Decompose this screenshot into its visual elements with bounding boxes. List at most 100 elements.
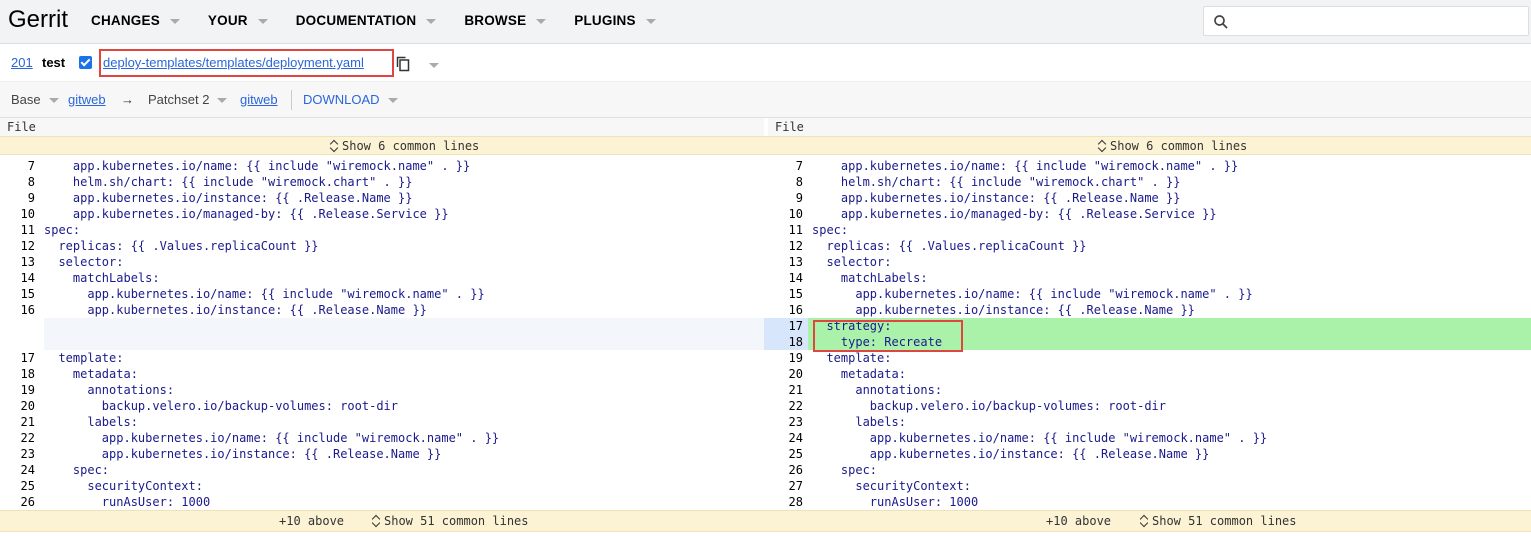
line-number[interactable]: 17 — [768, 318, 803, 334]
line-number[interactable]: 20 — [768, 366, 803, 382]
nav-plugins-label: PLUGINS — [574, 13, 636, 28]
line-number[interactable]: 14 — [768, 270, 803, 286]
line-number[interactable]: 17 — [0, 350, 35, 366]
line-number[interactable]: 12 — [768, 238, 803, 254]
line-number[interactable]: 9 — [768, 190, 803, 206]
show-common-lines-button[interactable]: Show 51 common lines — [1140, 514, 1297, 528]
line-number[interactable]: 19 — [0, 382, 35, 398]
show-common-lines-button[interactable]: Show 6 common lines — [330, 139, 479, 153]
line-number[interactable]: 16 — [0, 302, 35, 318]
nav-plugins[interactable]: PLUGINS — [574, 13, 656, 28]
code-text: app.kubernetes.io/instance: {{ .Release.… — [44, 303, 427, 317]
show-common-lines-label: Show 51 common lines — [1152, 514, 1297, 528]
line-number[interactable]: 11 — [0, 222, 35, 238]
show-above-button[interactable]: +10 above — [1046, 514, 1111, 528]
code-text: runAsUser: 1000 — [44, 495, 211, 509]
base-select[interactable]: Base — [11, 92, 59, 107]
code-text: spec: — [44, 223, 81, 237]
code-text: runAsUser: 1000 — [812, 495, 979, 509]
line-number[interactable]: 18 — [0, 366, 35, 382]
nav-your-label: YOUR — [207, 13, 248, 28]
chevron-down-icon — [387, 98, 398, 103]
chevron-down-icon — [645, 19, 656, 24]
search-icon — [1214, 15, 1228, 29]
base-gitweb-link[interactable]: gitweb — [68, 92, 106, 107]
line-number[interactable]: 20 — [0, 398, 35, 414]
code-text: app.kubernetes.io/name: {{ include "wire… — [812, 287, 1253, 301]
line-number[interactable]: 8 — [768, 174, 803, 190]
nav-documentation[interactable]: DOCUMENTATION — [296, 13, 437, 28]
line-number[interactable]: 13 — [0, 254, 35, 270]
download-button[interactable]: DOWNLOAD — [303, 92, 398, 107]
line-number[interactable]: 26 — [0, 494, 35, 510]
nav-browse-label: BROWSE — [464, 13, 527, 28]
line-number[interactable]: 24 — [768, 430, 803, 446]
expand-icon — [1140, 515, 1148, 527]
line-number[interactable]: 21 — [768, 382, 803, 398]
nav-documentation-label: DOCUMENTATION — [295, 13, 417, 28]
chevron-down-icon — [48, 98, 59, 103]
show-common-lines-button[interactable]: Show 51 common lines — [372, 514, 529, 528]
line-number[interactable]: 9 — [0, 190, 35, 206]
gerrit-logo[interactable]: Gerrit — [8, 6, 68, 34]
file-dropdown-icon[interactable] — [429, 63, 439, 68]
line-number[interactable]: 11 — [768, 222, 803, 238]
code-text: spec: — [44, 463, 110, 477]
line-number[interactable]: 14 — [0, 270, 35, 286]
line-number[interactable]: 7 — [768, 158, 803, 174]
code-text: metadata: — [812, 367, 906, 381]
code-text: app.kubernetes.io/name: {{ include "wire… — [812, 431, 1268, 445]
line-number[interactable]: 10 — [0, 206, 35, 222]
line-number[interactable]: 8 — [0, 174, 35, 190]
divider — [291, 90, 292, 110]
nav-changes[interactable]: CHANGES — [91, 13, 180, 28]
show-common-lines-label: Show 6 common lines — [342, 139, 480, 153]
line-number[interactable]: 21 — [0, 414, 35, 430]
code-text: labels: — [44, 415, 138, 429]
left-context-bar-top: Show 6 common lines — [0, 136, 764, 155]
line-number[interactable]: 23 — [0, 446, 35, 462]
line-number[interactable]: 19 — [768, 350, 803, 366]
line-number[interactable]: 15 — [768, 286, 803, 302]
patchset-gitweb-link[interactable]: gitweb — [240, 92, 278, 107]
show-common-lines-button[interactable]: Show 6 common lines — [1098, 139, 1247, 153]
patch-range-bar: Base gitweb → Patchset 2 gitweb DOWNLOAD — [0, 82, 1531, 118]
right-file-header: File — [768, 118, 1531, 136]
line-number[interactable]: 26 — [768, 462, 803, 478]
patchset-select[interactable]: Patchset 2 — [148, 92, 228, 107]
line-number[interactable]: 16 — [768, 302, 803, 318]
line-number[interactable]: 25 — [0, 478, 35, 494]
base-label: Base — [11, 92, 41, 107]
expand-icon — [1098, 140, 1106, 152]
nav-changes-label: CHANGES — [91, 13, 160, 28]
line-number[interactable]: 22 — [0, 430, 35, 446]
code-text: app.kubernetes.io/instance: {{ .Release.… — [44, 447, 442, 461]
code-text: app.kubernetes.io/instance: {{ .Release.… — [44, 191, 413, 205]
expand-icon — [330, 140, 338, 152]
line-number[interactable]: 24 — [0, 462, 35, 478]
line-number[interactable]: 23 — [768, 414, 803, 430]
line-number[interactable]: 27 — [768, 478, 803, 494]
file-path-link[interactable]: deploy-templates/templates/deployment.ya… — [103, 55, 364, 70]
line-number[interactable]: 7 — [0, 158, 35, 174]
show-above-label: +10 above — [1046, 514, 1112, 528]
chevron-down-icon — [257, 19, 268, 24]
reviewed-checkbox[interactable] — [79, 56, 92, 69]
line-number[interactable]: 22 — [768, 398, 803, 414]
line-number[interactable]: 10 — [768, 206, 803, 222]
line-number[interactable]: 28 — [768, 494, 803, 510]
nav-browse[interactable]: BROWSE — [464, 13, 547, 28]
line-number[interactable]: 25 — [768, 446, 803, 462]
show-above-button[interactable]: +10 above — [279, 514, 344, 528]
search-input[interactable] — [1203, 6, 1529, 36]
nav-your[interactable]: YOUR — [208, 13, 268, 28]
code-text: template: — [44, 351, 124, 365]
code-text: selector: — [812, 255, 892, 269]
line-number[interactable]: 15 — [0, 286, 35, 302]
copy-icon[interactable] — [396, 56, 410, 72]
line-number[interactable]: 12 — [0, 238, 35, 254]
code-text: template: — [812, 351, 892, 365]
change-number-link[interactable]: 201 — [11, 55, 33, 70]
line-number[interactable]: 18 — [768, 334, 803, 350]
line-number[interactable]: 13 — [768, 254, 803, 270]
